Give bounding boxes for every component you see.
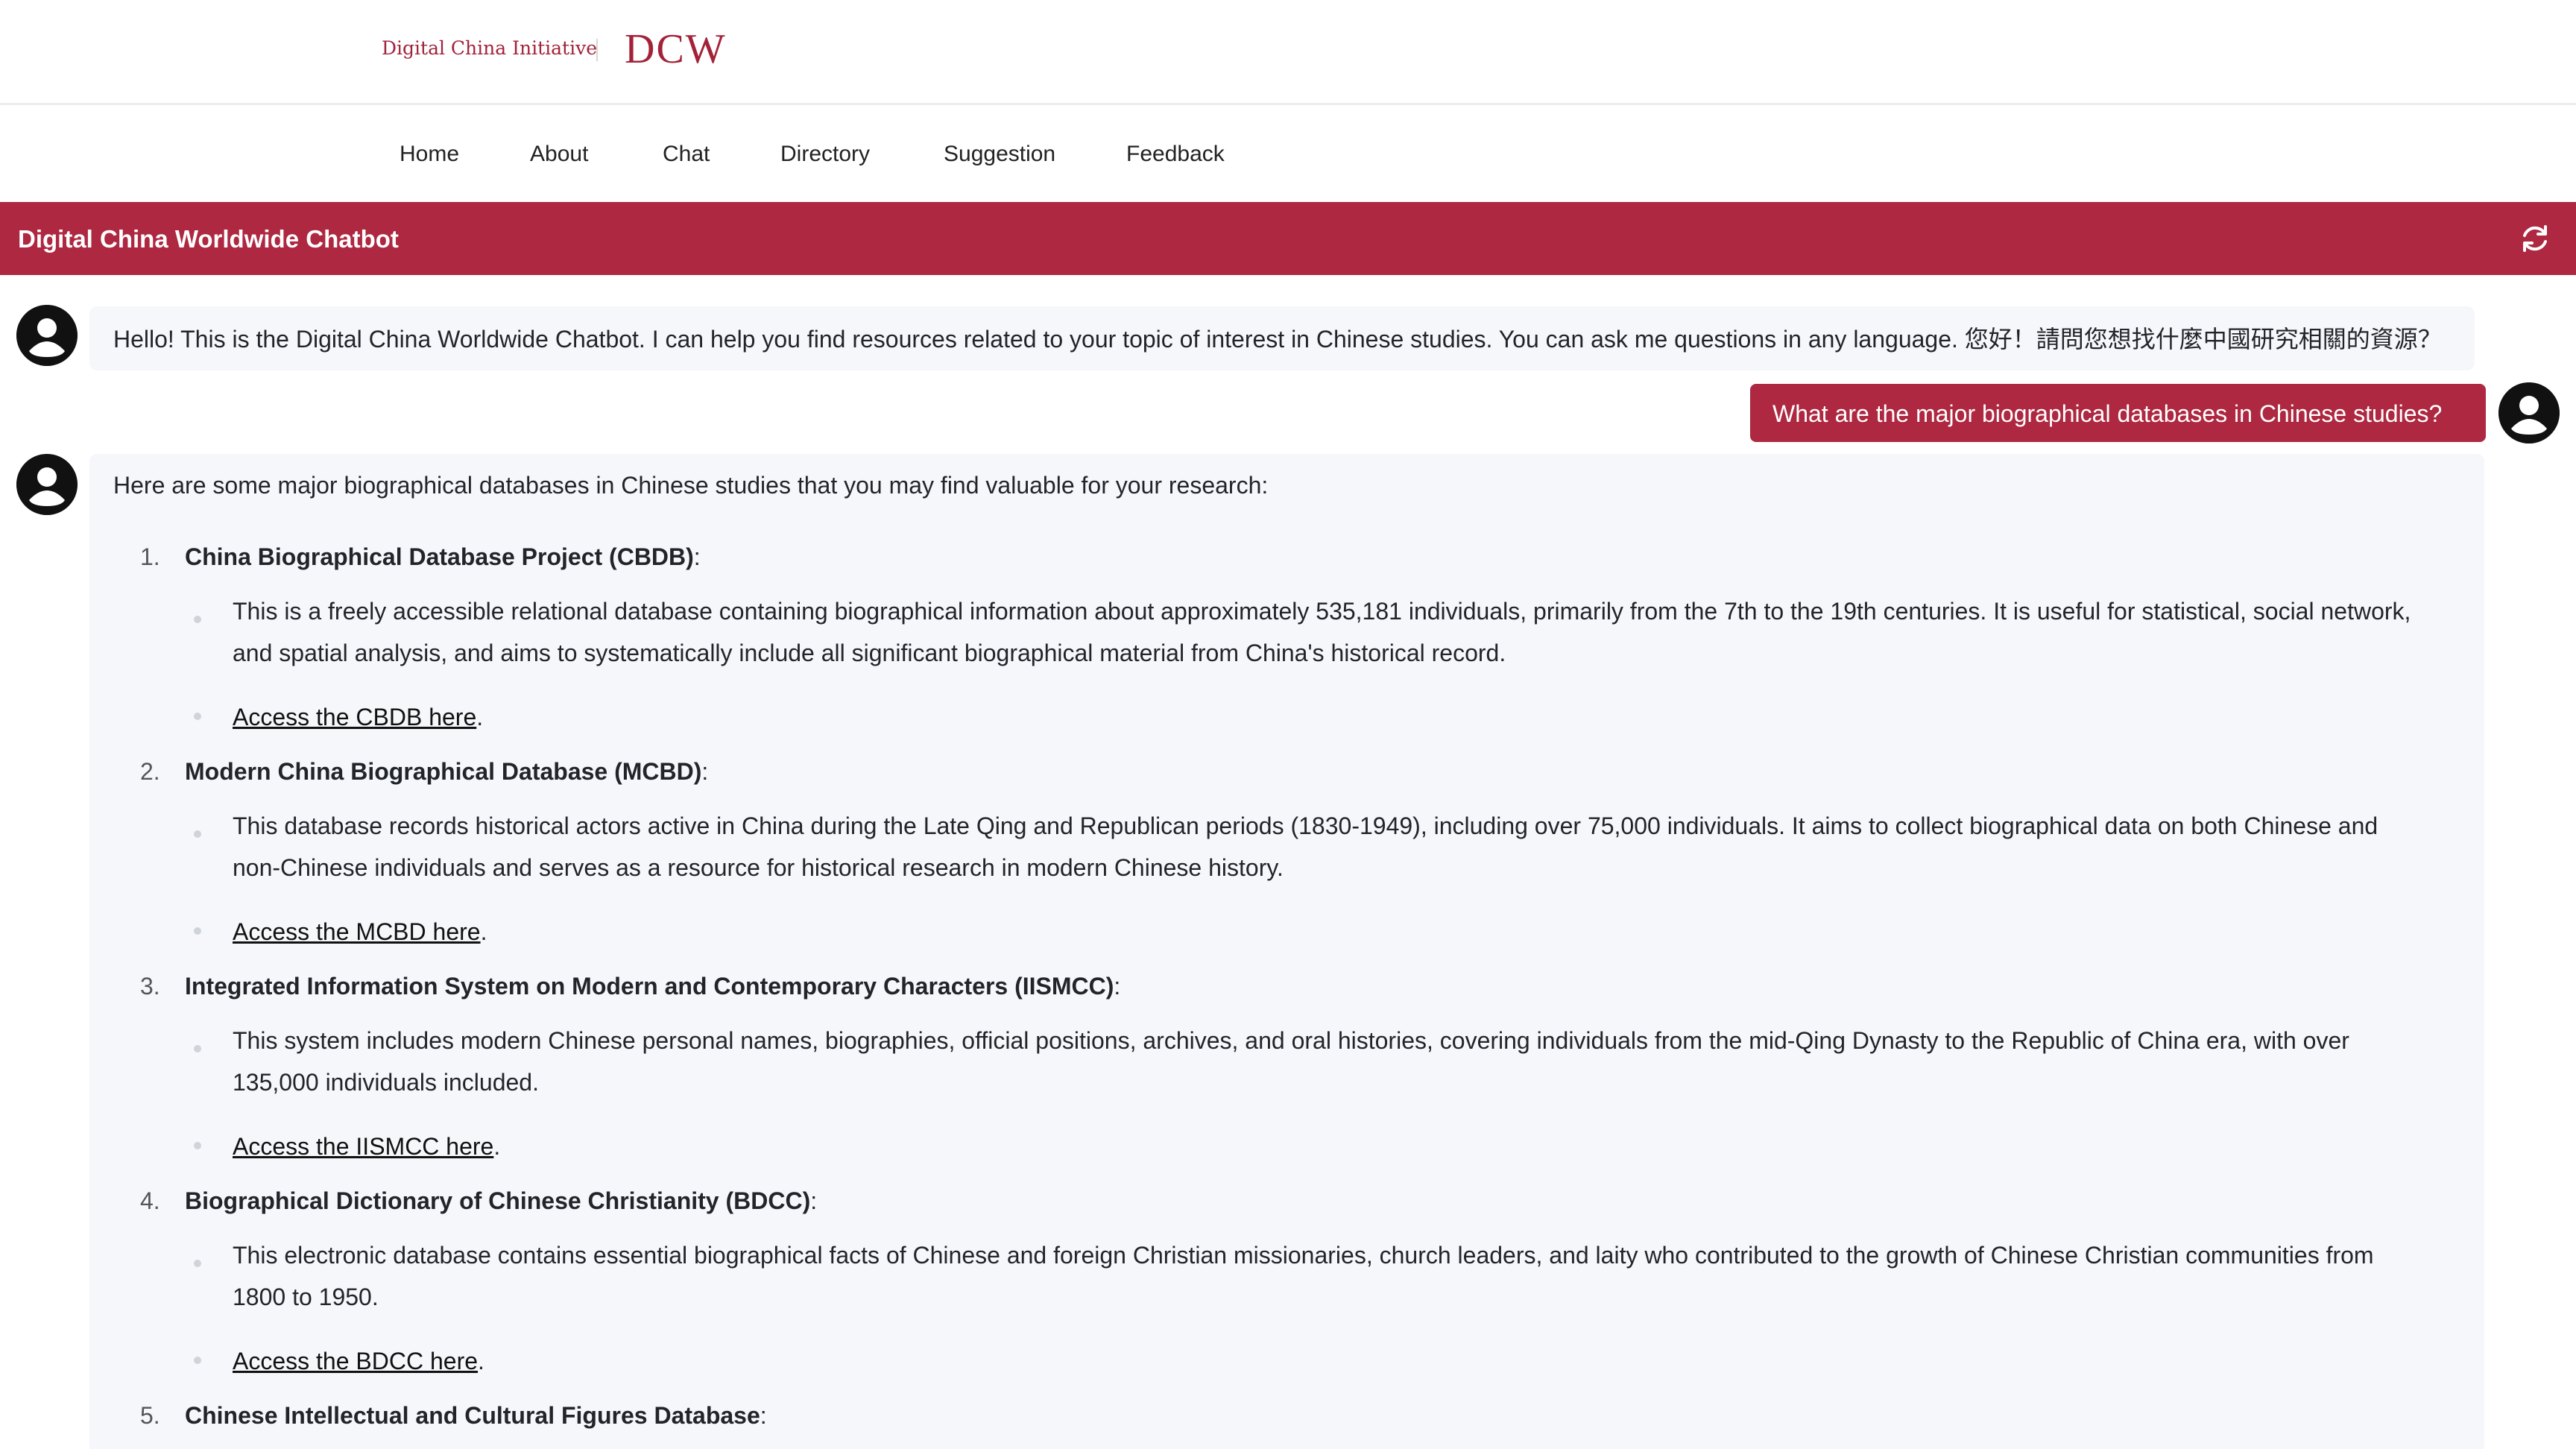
title-colon: : xyxy=(1114,973,1121,1000)
database-name: Chinese Intellectual and Cultural Figure… xyxy=(185,1402,760,1429)
list-item-number: 3. xyxy=(140,973,160,1000)
access-iismcc-link[interactable]: Access the IISMCC here xyxy=(233,1133,493,1160)
list-item-number: 1. xyxy=(140,543,160,570)
chatbot-title: Digital China Worldwide Chatbot xyxy=(18,225,399,253)
database-link-line: Access the CBDB here. xyxy=(233,702,483,732)
bot-avatar-icon xyxy=(16,305,78,366)
refresh-icon xyxy=(2523,225,2547,252)
database-description: This electronic database contains essent… xyxy=(233,1242,2374,1310)
nav-suggestion[interactable]: Suggestion xyxy=(944,141,1055,168)
bot-greeting-bubble: Hello! This is the Digital China Worldwi… xyxy=(89,306,2475,370)
access-cbdb-link[interactable]: Access the CBDB here xyxy=(233,704,476,730)
database-description: This system includes modern Chinese pers… xyxy=(233,1027,2349,1096)
nav-chat[interactable]: Chat xyxy=(663,141,710,168)
database-name: China Biographical Database Project (CBD… xyxy=(185,543,694,570)
list-item-title: China Biographical Database Project (CBD… xyxy=(185,542,701,572)
access-bdcc-link[interactable]: Access the BDCC here xyxy=(233,1348,478,1374)
link-period: . xyxy=(493,1133,501,1160)
list-item-number: 2. xyxy=(140,758,160,785)
list-item-number: 4. xyxy=(140,1187,160,1214)
bullet-dot xyxy=(194,927,201,935)
bullet-dot xyxy=(194,1142,201,1149)
nav-directory[interactable]: Directory xyxy=(780,141,870,168)
main-nav: Home About Chat Directory Suggestion Fee… xyxy=(0,105,2576,202)
user-message-bubble: What are the major biographical database… xyxy=(1750,384,2486,442)
link-period: . xyxy=(476,704,484,730)
chatbot-header: Digital China Worldwide Chatbot xyxy=(0,202,2576,275)
nav-home[interactable]: Home xyxy=(400,141,459,168)
list-item-title: Biographical Dictionary of Chinese Chris… xyxy=(185,1186,817,1216)
list-item-number: 5. xyxy=(140,1402,160,1429)
bullet-dot xyxy=(194,1260,201,1267)
bot-response-bubble: Here are some major biographical databas… xyxy=(89,454,2484,1449)
title-colon: : xyxy=(701,758,709,785)
user-question-text: What are the major biographical database… xyxy=(1772,400,2443,427)
nav-feedback[interactable]: Feedback xyxy=(1126,141,1225,168)
database-link-line: Access the BDCC here. xyxy=(233,1346,484,1376)
bullet-dot xyxy=(194,1045,201,1052)
database-name: Modern China Biographical Database (MCBD… xyxy=(185,758,702,785)
bot-greeting-text: Hello! This is the Digital China Worldwi… xyxy=(113,326,2442,353)
link-period: . xyxy=(480,918,487,945)
response-intro: Here are some major biographical databas… xyxy=(113,472,1269,499)
database-name: Integrated Information System on Modern … xyxy=(185,973,1114,1000)
bot-avatar-icon xyxy=(16,454,78,515)
bullet-dot xyxy=(194,616,201,623)
dcw-logo[interactable]: DCW xyxy=(625,25,727,73)
list-item-title: Chinese Intellectual and Cultural Figure… xyxy=(185,1401,767,1430)
database-description: This is a freely accessible relational d… xyxy=(233,598,2411,666)
bullet-dot xyxy=(194,1357,201,1364)
brand-initiative-text[interactable]: Digital China Initiative xyxy=(382,37,597,59)
user-avatar-icon xyxy=(2498,382,2560,443)
database-description: This database records historical actors … xyxy=(233,812,2378,881)
bullet-dot xyxy=(194,713,201,720)
nav-about[interactable]: About xyxy=(530,141,588,168)
brand-divider xyxy=(596,39,598,61)
chat-area[interactable]: Hello! This is the Digital China Worldwi… xyxy=(0,275,2576,1449)
database-name: Biographical Dictionary of Chinese Chris… xyxy=(185,1187,811,1214)
brand-bar: Digital China Initiative DCW xyxy=(0,0,2576,105)
list-item-title: Modern China Biographical Database (MCBD… xyxy=(185,757,708,786)
title-colon: : xyxy=(810,1187,818,1214)
refresh-button[interactable] xyxy=(2516,220,2554,257)
database-link-line: Access the IISMCC here. xyxy=(233,1131,500,1161)
link-period: . xyxy=(478,1348,484,1374)
access-mcbd-link[interactable]: Access the MCBD here xyxy=(233,918,481,945)
list-item-title: Integrated Information System on Modern … xyxy=(185,971,1120,1001)
title-colon: : xyxy=(693,543,701,570)
title-colon: : xyxy=(760,1402,767,1429)
bullet-dot xyxy=(194,830,201,838)
database-link-line: Access the MCBD here. xyxy=(233,917,487,947)
